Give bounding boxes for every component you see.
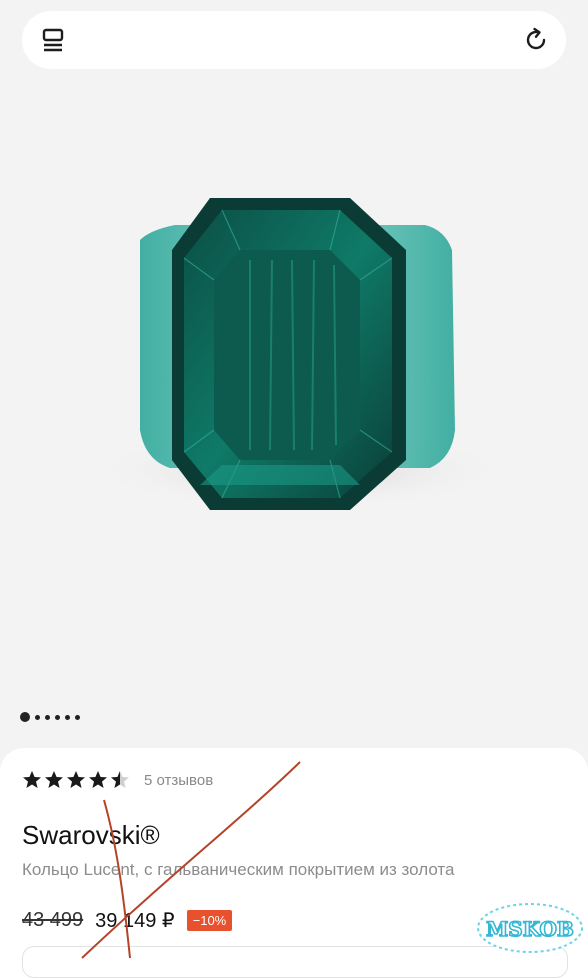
carousel-pagination[interactable]	[20, 711, 85, 723]
rating-stars	[22, 770, 132, 790]
star-icon	[89, 771, 107, 788]
refresh-icon[interactable]	[522, 26, 550, 54]
product-title: Кольцо Lucent, с гальваническим покрытие…	[22, 860, 455, 879]
carousel-dot[interactable]	[75, 714, 80, 720]
carousel-dot[interactable]	[65, 714, 70, 720]
svg-text:MSKOB: MSKOB	[486, 917, 574, 941]
star-half-icon	[111, 771, 129, 788]
product-image[interactable]	[0, 90, 588, 730]
price-row: 43 499 39 149 ₽ −10%	[22, 908, 233, 933]
current-price: 39 149 ₽	[95, 910, 175, 932]
watermark-logo: MSKOB	[474, 888, 586, 960]
brand-name[interactable]: Swarovski®	[22, 820, 160, 851]
carousel-dot-active[interactable]	[20, 712, 30, 722]
catalog-icon[interactable]	[40, 26, 68, 54]
rating-row[interactable]: 5 отзывов	[22, 770, 213, 790]
carousel-dot[interactable]	[55, 714, 60, 720]
top-bar	[22, 11, 566, 69]
star-icon	[23, 771, 41, 788]
carousel-dot[interactable]	[45, 714, 50, 720]
star-icon	[45, 771, 63, 788]
carousel-dot[interactable]	[35, 714, 40, 720]
discount-badge: −10%	[186, 910, 233, 931]
star-icon	[67, 771, 85, 788]
old-price: 43 499	[22, 909, 84, 931]
reviews-count-link[interactable]: 5 отзывов	[144, 772, 213, 789]
